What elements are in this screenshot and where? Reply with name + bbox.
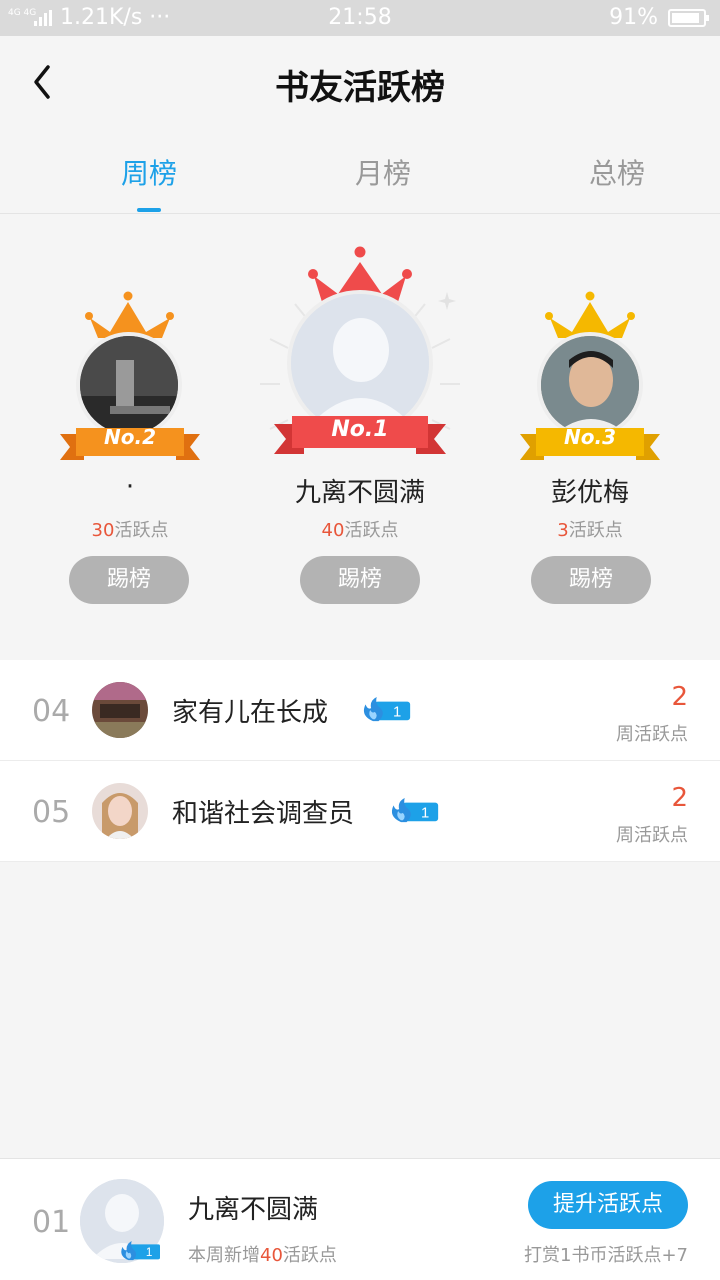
status-bar: 4G 4G 1.21K/s ··· 21:58 91% <box>0 0 720 36</box>
level-number: 1 <box>146 1246 152 1259</box>
list-item[interactable]: 04 家有儿在长成 1 2 周活跃点 <box>0 660 720 761</box>
avatar-image <box>541 336 639 434</box>
my-weekly-points: 本周新增40活跃点 <box>188 1245 337 1266</box>
list-rank: 04 <box>32 694 71 729</box>
boost-activity-button[interactable]: 提升活跃点 <box>528 1181 688 1229</box>
list-value-label: 周活跃点 <box>616 724 688 745</box>
tab-indicator <box>137 208 161 212</box>
crown-icon <box>85 291 174 338</box>
rank-badge-third: No.3 <box>564 425 616 449</box>
avatar[interactable] <box>92 783 148 839</box>
my-name: 九离不圆满 <box>188 1195 319 1225</box>
avatar-image <box>92 783 148 839</box>
flame-level-badge: 1 <box>363 697 411 722</box>
level-number: 1 <box>393 705 401 721</box>
list-name: 和谐社会调查员 <box>172 799 355 829</box>
podium-third-name: 彭优梅 <box>550 478 629 508</box>
avatar[interactable] <box>92 682 148 738</box>
list-rank: 05 <box>32 795 71 830</box>
reward-tip: 打赏1书币活跃点+7 <box>524 1245 688 1266</box>
podium-second-points: 30活跃点 <box>91 520 169 541</box>
avatar-image <box>92 682 148 738</box>
kick-button-third[interactable]: 踢榜 <box>531 556 651 604</box>
my-rank-bar: 01 1 九离不圆满 本周新增40活跃点 提升活跃点 打赏1书币活跃点+7 <box>0 1158 720 1280</box>
crown-icon <box>545 291 635 338</box>
flame-level-badge: 1 <box>121 1241 160 1261</box>
tab-total[interactable]: 总榜 <box>497 152 720 192</box>
podium-first-name: 九离不圆满 <box>294 478 425 508</box>
podium-second-name: · <box>125 472 135 502</box>
list-item[interactable]: 05 和谐社会调查员 1 2 周活跃点 <box>0 761 720 862</box>
battery-icon <box>668 9 709 27</box>
tab-weekly[interactable]: 周榜 <box>29 152 269 192</box>
rank-badge-second: No.2 <box>104 425 156 449</box>
list-value-label: 周活跃点 <box>616 825 688 846</box>
top-three-podium: No.2 · 30活跃点 踢榜 No.1 九离不圆满 40活跃点 踢榜 No.3… <box>0 214 720 644</box>
kick-button-first[interactable]: 踢榜 <box>300 556 420 604</box>
ranking-list: 04 家有儿在长成 1 2 周活跃点 05 和谐社会调查员 1 2 周活跃点 <box>0 660 720 862</box>
list-value: 2 <box>671 783 688 813</box>
battery-percent: 91% <box>609 5 658 30</box>
flame-level-badge: 1 <box>391 798 439 823</box>
avatar-image <box>80 336 178 434</box>
rank-badge-first: No.1 <box>331 417 389 442</box>
tab-bar: 周榜 月榜 总榜 <box>0 132 720 214</box>
list-value: 2 <box>671 682 688 712</box>
kick-button-second[interactable]: 踢榜 <box>69 556 189 604</box>
my-rank: 01 <box>32 1205 71 1240</box>
page-title: 书友活跃榜 <box>275 68 445 108</box>
podium-first-points: 40活跃点 <box>321 520 399 541</box>
podium-third-points: 3活跃点 <box>557 520 623 541</box>
nav-bar: 书友活跃榜 <box>0 36 720 132</box>
tab-monthly[interactable]: 月榜 <box>263 152 503 192</box>
level-number: 1 <box>421 806 429 822</box>
list-name: 家有儿在长成 <box>172 698 329 728</box>
